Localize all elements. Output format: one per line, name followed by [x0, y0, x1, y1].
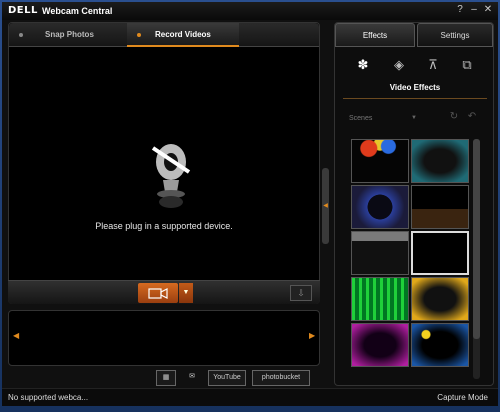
- email-icon: ✉: [189, 373, 195, 380]
- photobucket-label: photobucket: [261, 374, 301, 381]
- share-gallery-button[interactable]: ▦: [156, 370, 176, 386]
- capture-controls: ▼ ⇩: [8, 280, 320, 304]
- gallery-icon: ▦: [162, 374, 170, 381]
- mode-tabs: Snap Photos Record Videos: [9, 23, 319, 47]
- status-bar: No supported webca... Capture Mode: [2, 388, 498, 406]
- youtube-label: YouTube: [213, 374, 241, 381]
- strip-next-icon[interactable]: ▶: [309, 331, 315, 340]
- help-button[interactable]: ?: [454, 4, 466, 16]
- media-strip: ◀ ▶: [8, 310, 320, 366]
- tab-settings[interactable]: Settings: [417, 23, 493, 47]
- download-button[interactable]: ⇩: [290, 285, 312, 301]
- youtube-button[interactable]: YouTube: [208, 370, 246, 386]
- close-button[interactable]: ✕: [482, 4, 494, 16]
- effect-thumb-photo-frame[interactable]: [411, 231, 469, 275]
- record-options-dropdown[interactable]: ▼: [179, 283, 193, 303]
- scenes-select[interactable]: Scenes: [349, 115, 372, 122]
- app-window: DELL Webcam Central ? – ✕ Snap Photos Re…: [2, 2, 498, 406]
- minimize-button[interactable]: –: [468, 4, 480, 16]
- effects-scrollbar[interactable]: [473, 139, 480, 379]
- scrollbar-thumb[interactable]: [473, 139, 480, 339]
- effect-thumb-curtain[interactable]: [351, 231, 409, 275]
- chevron-down-icon: ▼: [182, 289, 190, 296]
- tab-indicator-dot: [137, 33, 141, 37]
- window-icon[interactable]: ⧉: [457, 55, 477, 75]
- effect-thumb-green-bars[interactable]: [351, 277, 409, 321]
- panel-collapse-handle[interactable]: ◀: [322, 168, 329, 244]
- record-button[interactable]: [138, 283, 178, 303]
- device-status: No supported webca...: [8, 393, 89, 402]
- tab-effects[interactable]: Effects: [335, 23, 415, 47]
- effect-thumb-purple-frame[interactable]: [351, 323, 409, 367]
- presentation-icon[interactable]: ⊼: [423, 55, 443, 75]
- dell-logo: DELL: [8, 5, 38, 16]
- effect-thumb-balloons[interactable]: [351, 139, 409, 183]
- webcam-disconnected-icon: [151, 144, 191, 208]
- chevron-left-icon: ◀: [323, 203, 328, 209]
- no-device-message: Please plug in a supported device.: [95, 221, 233, 231]
- effect-thumb-gold-frame[interactable]: [411, 277, 469, 321]
- chevron-down-icon: ▼: [411, 115, 417, 121]
- photobucket-button[interactable]: photobucket: [252, 370, 310, 386]
- undo-icon[interactable]: ↶: [465, 111, 479, 125]
- tab-snap-photos[interactable]: Snap Photos: [9, 23, 123, 47]
- refresh-icon[interactable]: ↻: [447, 111, 461, 125]
- strip-prev-icon[interactable]: ◀: [13, 331, 19, 340]
- video-effects-title: Video Effects: [343, 83, 487, 99]
- tab-label: Record Videos: [155, 30, 211, 39]
- effect-thumb-night-sky[interactable]: [411, 323, 469, 367]
- effect-thumb-teal-frame[interactable]: [411, 139, 469, 183]
- app-title: Webcam Central: [42, 6, 113, 16]
- tab-record-videos[interactable]: Record Videos: [127, 23, 239, 47]
- video-preview-panel: Snap Photos Record Videos Please plug in…: [8, 22, 320, 304]
- tab-indicator-dot: [19, 33, 23, 37]
- effect-thumb-pumpkins[interactable]: [411, 185, 469, 229]
- tab-label: Snap Photos: [45, 30, 94, 39]
- effect-thumb-stars[interactable]: [351, 185, 409, 229]
- capture-mode-status: Capture Mode: [437, 393, 488, 402]
- video-camera-icon: [148, 288, 168, 299]
- title-bar: DELL Webcam Central ? – ✕: [2, 2, 498, 20]
- shield-icon[interactable]: ◈: [389, 55, 409, 75]
- email-button[interactable]: ✉: [182, 370, 202, 386]
- effects-panel: Effects Settings ✽ ◈ ⊼ ⧉ Video Effects S…: [334, 22, 494, 386]
- palette-icon[interactable]: ✽: [353, 55, 373, 75]
- download-icon: ⇩: [297, 288, 305, 298]
